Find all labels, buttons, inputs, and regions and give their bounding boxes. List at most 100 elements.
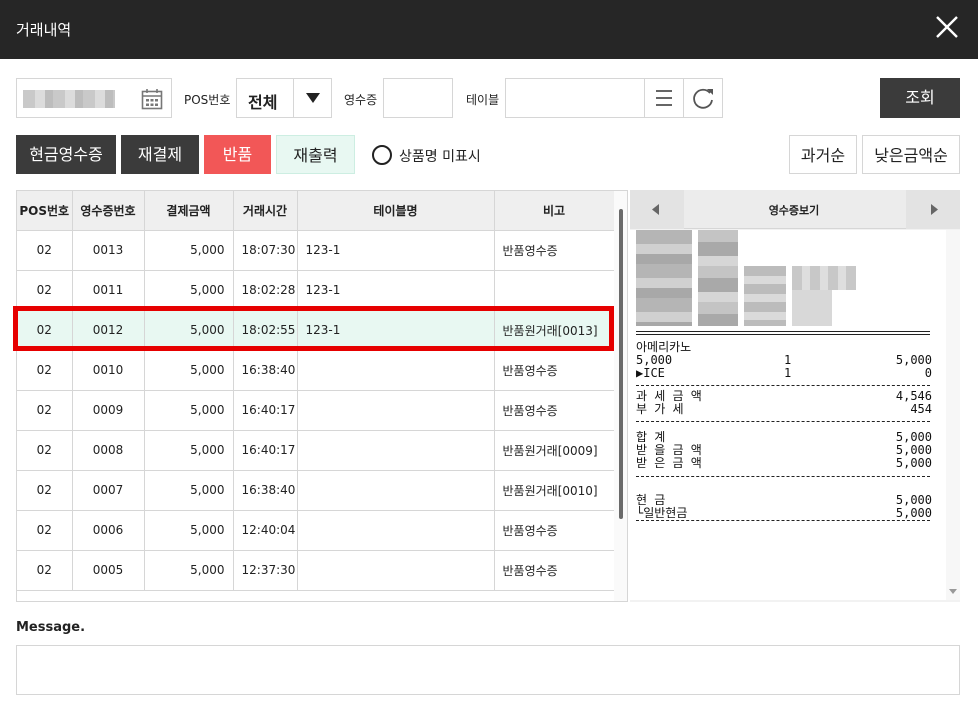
date-field[interactable] xyxy=(16,78,172,118)
receipt-number-cell: 0013 xyxy=(72,230,145,271)
received-label: 받 은 금 액 xyxy=(636,456,702,470)
receipt-number-cell: 0012 xyxy=(72,310,145,351)
search-button[interactable]: 조회 xyxy=(880,78,960,118)
receipt-number-cell: 0006 xyxy=(72,510,145,551)
table-name-cell xyxy=(297,470,495,511)
vat-value: 454 xyxy=(910,402,932,416)
table-row[interactable]: 02 0012 5,000 18:02:55 123-1 반품원거래[0013] xyxy=(17,310,615,351)
receipt-input[interactable] xyxy=(383,78,453,118)
amount-cell: 5,000 xyxy=(144,270,234,311)
triangle-down-icon xyxy=(306,93,320,103)
receipt-option-qty: 1 xyxy=(784,366,792,380)
table-list-button[interactable] xyxy=(644,78,684,118)
transaction-table: POS번호 영수증번호 결제금액 거래시간 테이블명 비고 02 0013 5,00… xyxy=(16,190,628,602)
amount-cell: 5,000 xyxy=(144,350,234,391)
table-scroll-thumb[interactable] xyxy=(619,209,623,519)
table-row[interactable]: 02 0011 5,000 18:02:28 123-1 xyxy=(17,270,615,311)
receipt-option-name: ▶ICE xyxy=(636,366,665,380)
table-row[interactable]: 02 0009 5,000 16:40:17 반품영수증 xyxy=(17,390,615,431)
scroll-down-icon[interactable] xyxy=(946,584,960,598)
table-name-cell: 123-1 xyxy=(297,310,495,351)
table-name-cell: 123-1 xyxy=(297,230,495,271)
table-label: 테이블 xyxy=(466,93,500,107)
table-row[interactable]: 02 0006 5,000 12:40:04 반품영수증 xyxy=(17,510,615,551)
receipt-number-cell: 0011 xyxy=(72,270,145,311)
column-header[interactable]: POS번호 xyxy=(17,191,73,231)
receipt-prev-button[interactable] xyxy=(630,190,684,229)
table-scrollbar[interactable] xyxy=(614,191,627,601)
receipt-tax-block: 과 세 금 액 4,546 부 가 세 454 xyxy=(636,390,932,416)
vat-label: 부 가 세 xyxy=(636,402,684,416)
refresh-button[interactable] xyxy=(683,78,723,118)
pos-cell: 02 xyxy=(17,350,73,391)
table-row[interactable]: 02 0008 5,000 16:40:17 반품원거래[0009] xyxy=(17,430,615,471)
table-name-cell xyxy=(297,350,495,391)
time-cell: 12:37:30 xyxy=(233,550,298,591)
amount-cell: 5,000 xyxy=(144,470,234,511)
table-name-cell xyxy=(297,510,495,551)
refund-button[interactable]: 반품 xyxy=(204,135,271,174)
sort-past-button[interactable]: 과거순 xyxy=(789,135,857,174)
table-row[interactable]: 02 0013 5,000 18:07:30 123-1 반품영수증 xyxy=(17,230,615,271)
refresh-icon xyxy=(693,88,713,109)
table-name-cell xyxy=(297,390,495,431)
receipt-option-total: 0 xyxy=(924,366,932,380)
receipt-divider xyxy=(636,476,930,477)
title-bar: 거래내역 xyxy=(0,0,978,59)
receipt-header: 영수증보기 xyxy=(630,190,960,229)
amount-cell: 5,000 xyxy=(144,550,234,591)
reprint-button[interactable]: 재출력 xyxy=(276,135,355,174)
receipt-viewer: 영수증보기 아메리카노 5,000 1 5,000 ▶ICE 1 0 과 세 금… xyxy=(630,190,960,602)
cash-receipt-button[interactable]: 현금영수증 xyxy=(16,135,116,174)
repay-button[interactable]: 재결제 xyxy=(121,135,199,174)
hide-product-name-radio[interactable] xyxy=(372,145,392,165)
receipt-title: 영수증보기 xyxy=(768,204,820,217)
receipt-pay-block: 현 금 5,000 └일반현금 5,000 xyxy=(636,494,932,520)
time-cell: 16:38:40 xyxy=(233,470,298,511)
pos-select[interactable]: 전체 xyxy=(236,78,332,118)
receipt-divider-double xyxy=(636,331,930,335)
date-value-blurred xyxy=(23,90,115,108)
receipt-scrollbar[interactable] xyxy=(946,230,960,600)
column-header[interactable]: 테이블명 xyxy=(297,191,495,231)
table-row[interactable]: 02 0005 5,000 12:37:30 반품영수증 xyxy=(17,550,615,591)
column-header[interactable]: 거래시간 xyxy=(233,191,298,231)
pos-cell: 02 xyxy=(17,270,73,311)
received-value: 5,000 xyxy=(895,456,932,470)
pos-cell: 02 xyxy=(17,230,73,271)
amount-cell: 5,000 xyxy=(144,510,234,551)
receipt-next-button[interactable] xyxy=(906,190,960,229)
table-row[interactable]: 02 0007 5,000 16:38:40 반품원거래[0010] xyxy=(17,470,615,511)
pos-select-value: 전체 xyxy=(248,93,278,112)
pos-dropdown-arrow[interactable] xyxy=(293,79,331,117)
table-input[interactable] xyxy=(505,78,645,118)
table-header: POS번호 영수증번호 결제금액 거래시간 테이블명 비고 xyxy=(17,191,615,231)
receipt-item-line: 5,000 1 5,000 ▶ICE 1 0 xyxy=(636,354,932,380)
amount-cell: 5,000 xyxy=(144,230,234,271)
time-cell: 16:40:17 xyxy=(233,430,298,471)
message-box xyxy=(16,645,960,695)
time-cell: 18:02:55 xyxy=(233,310,298,351)
table-row[interactable]: 02 0010 5,000 16:38:40 반품영수증 xyxy=(17,350,615,391)
time-cell: 12:40:04 xyxy=(233,510,298,551)
pos-cell: 02 xyxy=(17,550,73,591)
pos-cell: 02 xyxy=(17,310,73,351)
note-cell: 반품영수증 xyxy=(494,390,615,431)
calendar-icon[interactable] xyxy=(141,88,163,110)
receipt-number-cell: 0005 xyxy=(72,550,145,591)
table-name-cell xyxy=(297,430,495,471)
sort-low-amount-button[interactable]: 낮은금액순 xyxy=(862,135,960,174)
column-header[interactable]: 결제금액 xyxy=(144,191,234,231)
window-title: 거래내역 xyxy=(16,21,72,39)
receipt-label: 영수증 xyxy=(344,93,378,107)
column-header[interactable]: 영수증번호 xyxy=(72,191,145,231)
amount-cell: 5,000 xyxy=(144,390,234,431)
table-name-cell xyxy=(297,550,495,591)
hide-product-name-label[interactable]: 상품명 미표시 xyxy=(399,146,481,166)
time-cell: 16:40:17 xyxy=(233,390,298,431)
close-icon[interactable] xyxy=(934,14,960,40)
column-header[interactable]: 비고 xyxy=(494,191,615,231)
pos-cell: 02 xyxy=(17,430,73,471)
note-cell: 반품원거래[0013] xyxy=(494,310,615,351)
table-name-cell: 123-1 xyxy=(297,270,495,311)
